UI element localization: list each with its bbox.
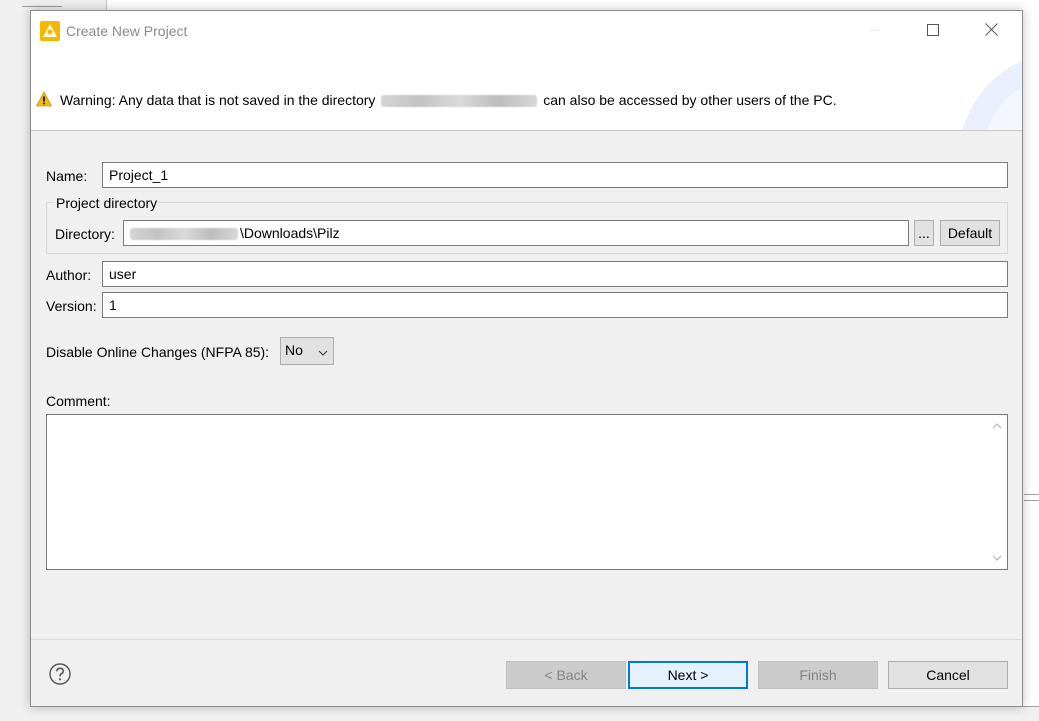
browse-button[interactable]: ...	[914, 220, 934, 246]
comment-textarea[interactable]	[46, 414, 1008, 570]
chevron-down-icon	[318, 345, 328, 356]
app-logo-icon	[40, 21, 60, 41]
directory-input[interactable]: \Downloads\Pilz	[123, 220, 909, 246]
back-button[interactable]: < Back	[506, 661, 626, 689]
project-directory-title: Project directory	[55, 195, 159, 211]
warning-icon	[35, 91, 53, 107]
background-toolbar-fragment	[22, 0, 62, 7]
version-input[interactable]: 1	[102, 292, 1008, 318]
minimize-icon	[869, 23, 881, 39]
next-button[interactable]: Next >	[628, 661, 748, 689]
scroll-down-icon[interactable]	[990, 551, 1004, 565]
close-icon	[984, 23, 998, 39]
online-changes-value: No	[285, 342, 303, 358]
author-label: Author:	[46, 267, 92, 283]
close-button[interactable]	[968, 11, 1014, 51]
header-decoration	[962, 61, 1022, 130]
help-icon[interactable]	[49, 663, 71, 685]
version-label: Version:	[46, 298, 97, 314]
comment-label: Comment:	[46, 393, 111, 409]
name-label: Name:	[46, 168, 88, 184]
author-input[interactable]: user	[102, 261, 1008, 287]
name-input[interactable]: Project_1	[102, 162, 1008, 188]
dialog-header: Warning: Any data that is not saved in t…	[31, 51, 1022, 131]
background-divider	[1024, 494, 1039, 495]
background-status-bar	[106, 706, 1039, 721]
default-button[interactable]: Default	[940, 220, 1000, 246]
footer-separator	[31, 639, 1022, 640]
window-title: Create New Project	[66, 23, 188, 39]
warning-prefix: Warning: Any data that is not saved in t…	[60, 92, 376, 108]
cancel-button[interactable]: Cancel	[888, 661, 1008, 689]
warning-suffix: can also be accessed by other users of t…	[543, 92, 837, 108]
online-changes-label: Disable Online Changes (NFPA 85):	[46, 344, 270, 360]
redacted-path	[130, 228, 238, 241]
create-project-dialog: Create New Project Warning: Any data tha…	[30, 10, 1023, 707]
scroll-up-icon[interactable]	[990, 419, 1004, 433]
redacted-directory	[381, 95, 538, 108]
finish-button[interactable]: Finish	[758, 661, 878, 689]
maximize-icon	[927, 23, 939, 39]
title-bar[interactable]: Create New Project	[31, 11, 1022, 51]
minimize-button[interactable]	[852, 11, 898, 51]
warning-message: Warning: Any data that is not saved in t…	[60, 92, 837, 108]
directory-value: \Downloads\Pilz	[240, 225, 340, 241]
maximize-button[interactable]	[910, 11, 956, 51]
online-changes-select[interactable]: No	[280, 337, 334, 365]
background-divider	[1024, 500, 1039, 501]
directory-label: Directory:	[55, 226, 115, 242]
